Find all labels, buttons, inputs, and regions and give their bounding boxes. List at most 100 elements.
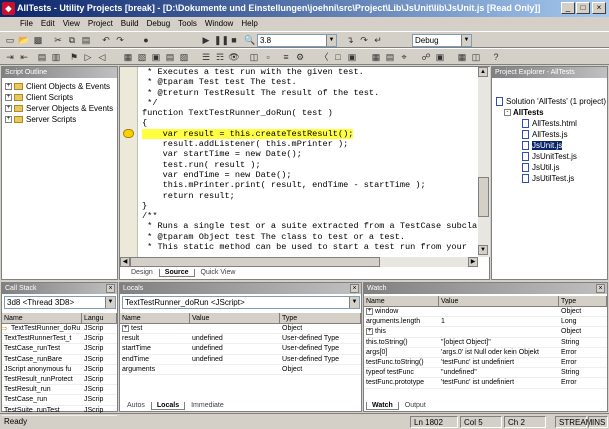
menu-build[interactable]: Build <box>117 19 143 28</box>
comment-icon[interactable]: ▤ <box>36 51 48 63</box>
watch-row[interactable]: this.toString() "[object Object]" String <box>364 338 607 348</box>
html-icon[interactable]: 〈 <box>318 51 330 63</box>
locals-context-combo[interactable]: TextTestRunner_doRun <JScript> ▼ <box>122 296 360 309</box>
code-line[interactable]: var startTime = new Date(); <box>142 149 477 159</box>
menu-tools[interactable]: Tools <box>174 19 201 28</box>
step-over-icon[interactable]: ↷ <box>358 34 370 46</box>
code-line[interactable]: */ <box>142 98 477 108</box>
tab-autos[interactable]: Autos <box>122 402 150 409</box>
project-file[interactable]: JsUnitTest.js <box>496 151 607 162</box>
code-line[interactable]: * Runs a single test or a suite extracte… <box>142 221 477 231</box>
code-line[interactable]: * @treturn TestResult The result of the … <box>142 88 477 98</box>
chevron-down-icon[interactable]: ▼ <box>349 297 359 308</box>
outdent-icon[interactable]: ⇤ <box>18 51 30 63</box>
tab-locals[interactable]: Locals <box>150 402 186 410</box>
next-bookmark-icon[interactable]: ▷ <box>82 51 94 63</box>
project-file[interactable]: AllTests.js <box>496 129 607 140</box>
outline-item[interactable]: + Client Scripts <box>5 92 117 103</box>
prev-bookmark-icon[interactable]: ◁ <box>96 51 108 63</box>
outline-item[interactable]: + Server Objects & Events <box>5 103 117 114</box>
code-line[interactable]: * This static method can be used to star… <box>142 242 477 252</box>
chevron-down-icon[interactable]: ▼ <box>326 35 336 46</box>
watch-row[interactable]: args[0] 'args.0' ist Null oder kein Objek… <box>364 348 607 358</box>
locals-row[interactable]: endTime undefined User-defined Type <box>120 355 361 365</box>
design-icon[interactable]: □ <box>332 51 344 63</box>
tab-output[interactable]: Output <box>400 402 431 409</box>
maximize-button[interactable]: □ <box>576 2 590 14</box>
help-icon[interactable]: ? <box>490 51 502 63</box>
menu-view[interactable]: View <box>59 19 84 28</box>
bookmark-icon[interactable]: ⚑ <box>68 51 80 63</box>
code-line[interactable]: /** <box>142 211 477 221</box>
menu-project[interactable]: Project <box>84 19 117 28</box>
breakpoint-icon[interactable]: ● <box>140 34 152 46</box>
call-stack-row[interactable]: TextTestRunnerTest_t JScrip <box>2 334 117 345</box>
running-docs-icon[interactable]: ▫ <box>262 51 274 63</box>
call-stack-row[interactable]: TextTestRunner_doRu JScrip ⇨ <box>1 324 117 335</box>
call-stack-row[interactable]: TestCase_runTest JScrip <box>2 344 117 355</box>
chevron-down-icon[interactable]: ▼ <box>105 297 115 308</box>
copy-icon[interactable]: ⧉ <box>66 34 78 46</box>
scroll-down-icon[interactable]: ▼ <box>478 245 488 255</box>
tab-quick-view[interactable]: Quick View <box>196 269 241 276</box>
close-icon[interactable]: × <box>106 284 115 293</box>
toolbox-icon[interactable]: ▣ <box>150 51 162 63</box>
locals-row[interactable]: startTime undefined User-defined Type <box>120 344 361 355</box>
tab-design[interactable]: Design <box>126 269 158 276</box>
call-stack-row[interactable]: TestCase_runBare JScrip <box>2 355 117 365</box>
code-line[interactable]: * Executes a test run with the given tes… <box>142 67 477 77</box>
absolute-icon[interactable]: ⌖ <box>398 51 410 63</box>
code-editor[interactable]: * Executes a test run with the given tes… <box>119 66 490 280</box>
column-header-value[interactable]: Value <box>439 296 559 307</box>
scroll-left-icon[interactable]: ◀ <box>120 257 130 267</box>
minimize-button[interactable]: _ <box>561 2 575 14</box>
callstack-icon[interactable]: ☰ <box>200 51 212 63</box>
threads-icon[interactable]: ≡ <box>280 51 292 63</box>
expand-icon[interactable]: + <box>122 325 129 332</box>
watch-row[interactable]: testFunc.prototype 'testFunc' ist undefin… <box>364 378 607 389</box>
code-line[interactable]: * @tparam Test test The test. <box>142 77 477 87</box>
break-icon[interactable]: ❚❚ <box>214 34 229 46</box>
watch-row[interactable]: testFunc.toString() 'testFunc' ist undefi… <box>364 358 607 369</box>
view-icon[interactable]: ▣ <box>346 51 358 63</box>
locals-row[interactable]: arguments Object <box>120 365 361 375</box>
form-icon[interactable]: ◫ <box>470 51 482 63</box>
code-line[interactable]: result.addListener( this.mPrinter ); <box>142 139 477 149</box>
chevron-down-icon[interactable]: ▼ <box>461 35 471 46</box>
menu-edit[interactable]: Edit <box>37 19 59 28</box>
editor-hscrollbar[interactable]: ◀ ▶ <box>120 257 478 267</box>
script-outline-icon[interactable]: ▤ <box>164 51 176 63</box>
menu-debug[interactable]: Debug <box>143 19 175 28</box>
project-node[interactable]: - AllTests <box>496 107 607 118</box>
close-icon[interactable]: × <box>596 284 605 293</box>
link-icon[interactable]: ☍ <box>420 51 432 63</box>
locals-row[interactable]: test Object + <box>120 324 361 335</box>
save-icon[interactable]: ▩ <box>32 34 44 46</box>
expand-icon[interactable]: - <box>504 109 511 117</box>
outline-item[interactable]: + Server Scripts <box>5 114 117 125</box>
expand-icon[interactable]: + <box>5 94 12 102</box>
menu-file[interactable]: File <box>16 19 37 28</box>
outline-item[interactable]: + Client Objects & Events <box>5 81 117 92</box>
menu-help[interactable]: Help <box>237 19 261 28</box>
watch-row[interactable]: typeof testFunc "undefined" String <box>364 368 607 379</box>
column-header-value[interactable]: Value <box>190 313 280 324</box>
properties-icon[interactable]: ▧ <box>136 51 148 63</box>
continue-icon[interactable]: ▶ <box>200 34 212 46</box>
scroll-right-icon[interactable]: ▶ <box>468 257 478 267</box>
code-line[interactable]: * @tparam Object test The class to test … <box>142 232 477 242</box>
menu-window[interactable]: Window <box>201 19 237 28</box>
lock-icon[interactable]: ▣ <box>434 51 446 63</box>
locals-icon[interactable]: ☶ <box>214 51 226 63</box>
call-stack-row[interactable]: TestResult_runProtect JScrip <box>2 375 117 386</box>
locals-row[interactable]: result undefined User-defined Type <box>120 334 361 345</box>
expand-icon[interactable]: + <box>366 328 373 336</box>
expand-icon[interactable]: + <box>5 116 12 124</box>
code-line[interactable]: } <box>142 201 477 211</box>
column-header-name[interactable]: Name <box>364 296 439 307</box>
solution-node[interactable]: Solution 'AllTests' (1 project) <box>496 96 607 107</box>
step-out-icon[interactable]: ↵ <box>372 34 384 46</box>
code-line[interactable]: function TextTestRunner_doRun( test ) <box>142 108 477 118</box>
project-file[interactable]: AllTests.html <box>496 118 607 129</box>
processes-icon[interactable]: ⚙ <box>294 51 306 63</box>
